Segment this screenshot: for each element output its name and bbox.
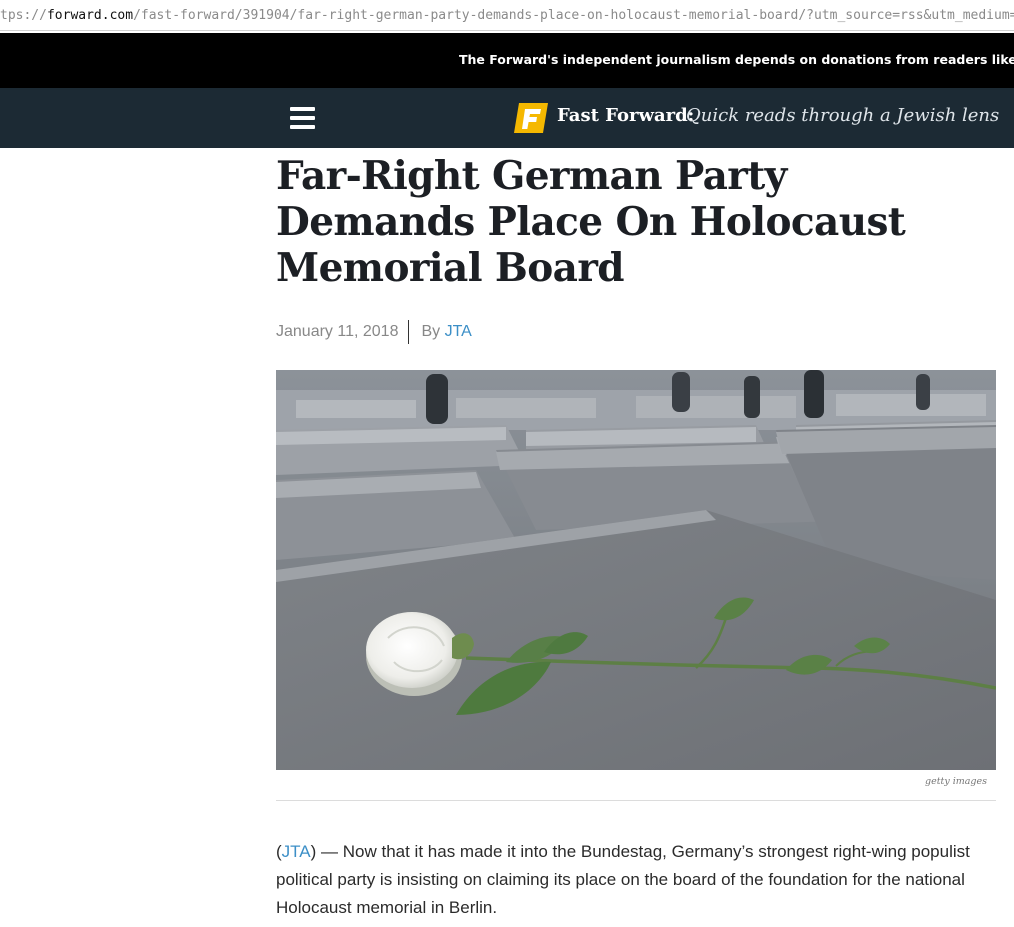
site-navbar: Fast Forward: Quick reads through a Jewi…: [0, 88, 1014, 148]
fast-forward-logo-icon[interactable]: [514, 103, 548, 133]
meta-divider: [408, 320, 410, 344]
browser-url-bar[interactable]: tps://forward.com/fast-forward/391904/fa…: [0, 0, 1014, 31]
divider: [276, 800, 996, 801]
publish-date: January 11, 2018: [276, 323, 399, 341]
donation-banner[interactable]: The Forward's independent journalism dep…: [0, 33, 1014, 88]
author-link[interactable]: JTA: [445, 323, 472, 340]
url-domain: forward.com: [46, 8, 134, 23]
section-tagline: Quick reads through a Jewish lens: [686, 105, 1000, 126]
article-meta: January 11, 2018 By JTA: [276, 320, 472, 344]
byline-prefix: By: [421, 323, 441, 341]
source-link[interactable]: JTA: [282, 842, 311, 861]
url-path: /fast-forward/391904/far-right-german-pa…: [133, 8, 1014, 23]
article-headline: Far-Right German Party Demands Place On …: [276, 153, 906, 291]
paragraph-text: ) — Now that it has made it into the Bun…: [276, 842, 970, 917]
url-scheme: tps://: [0, 8, 47, 23]
hero-image: [276, 370, 996, 770]
donation-banner-text: The Forward's independent journalism dep…: [459, 52, 1014, 67]
hamburger-menu-icon[interactable]: [290, 107, 315, 129]
image-caption: getty images: [924, 776, 987, 787]
article-body-paragraph: (JTA) — Now that it has made it into the…: [276, 838, 996, 922]
section-title[interactable]: Fast Forward:: [557, 105, 694, 126]
